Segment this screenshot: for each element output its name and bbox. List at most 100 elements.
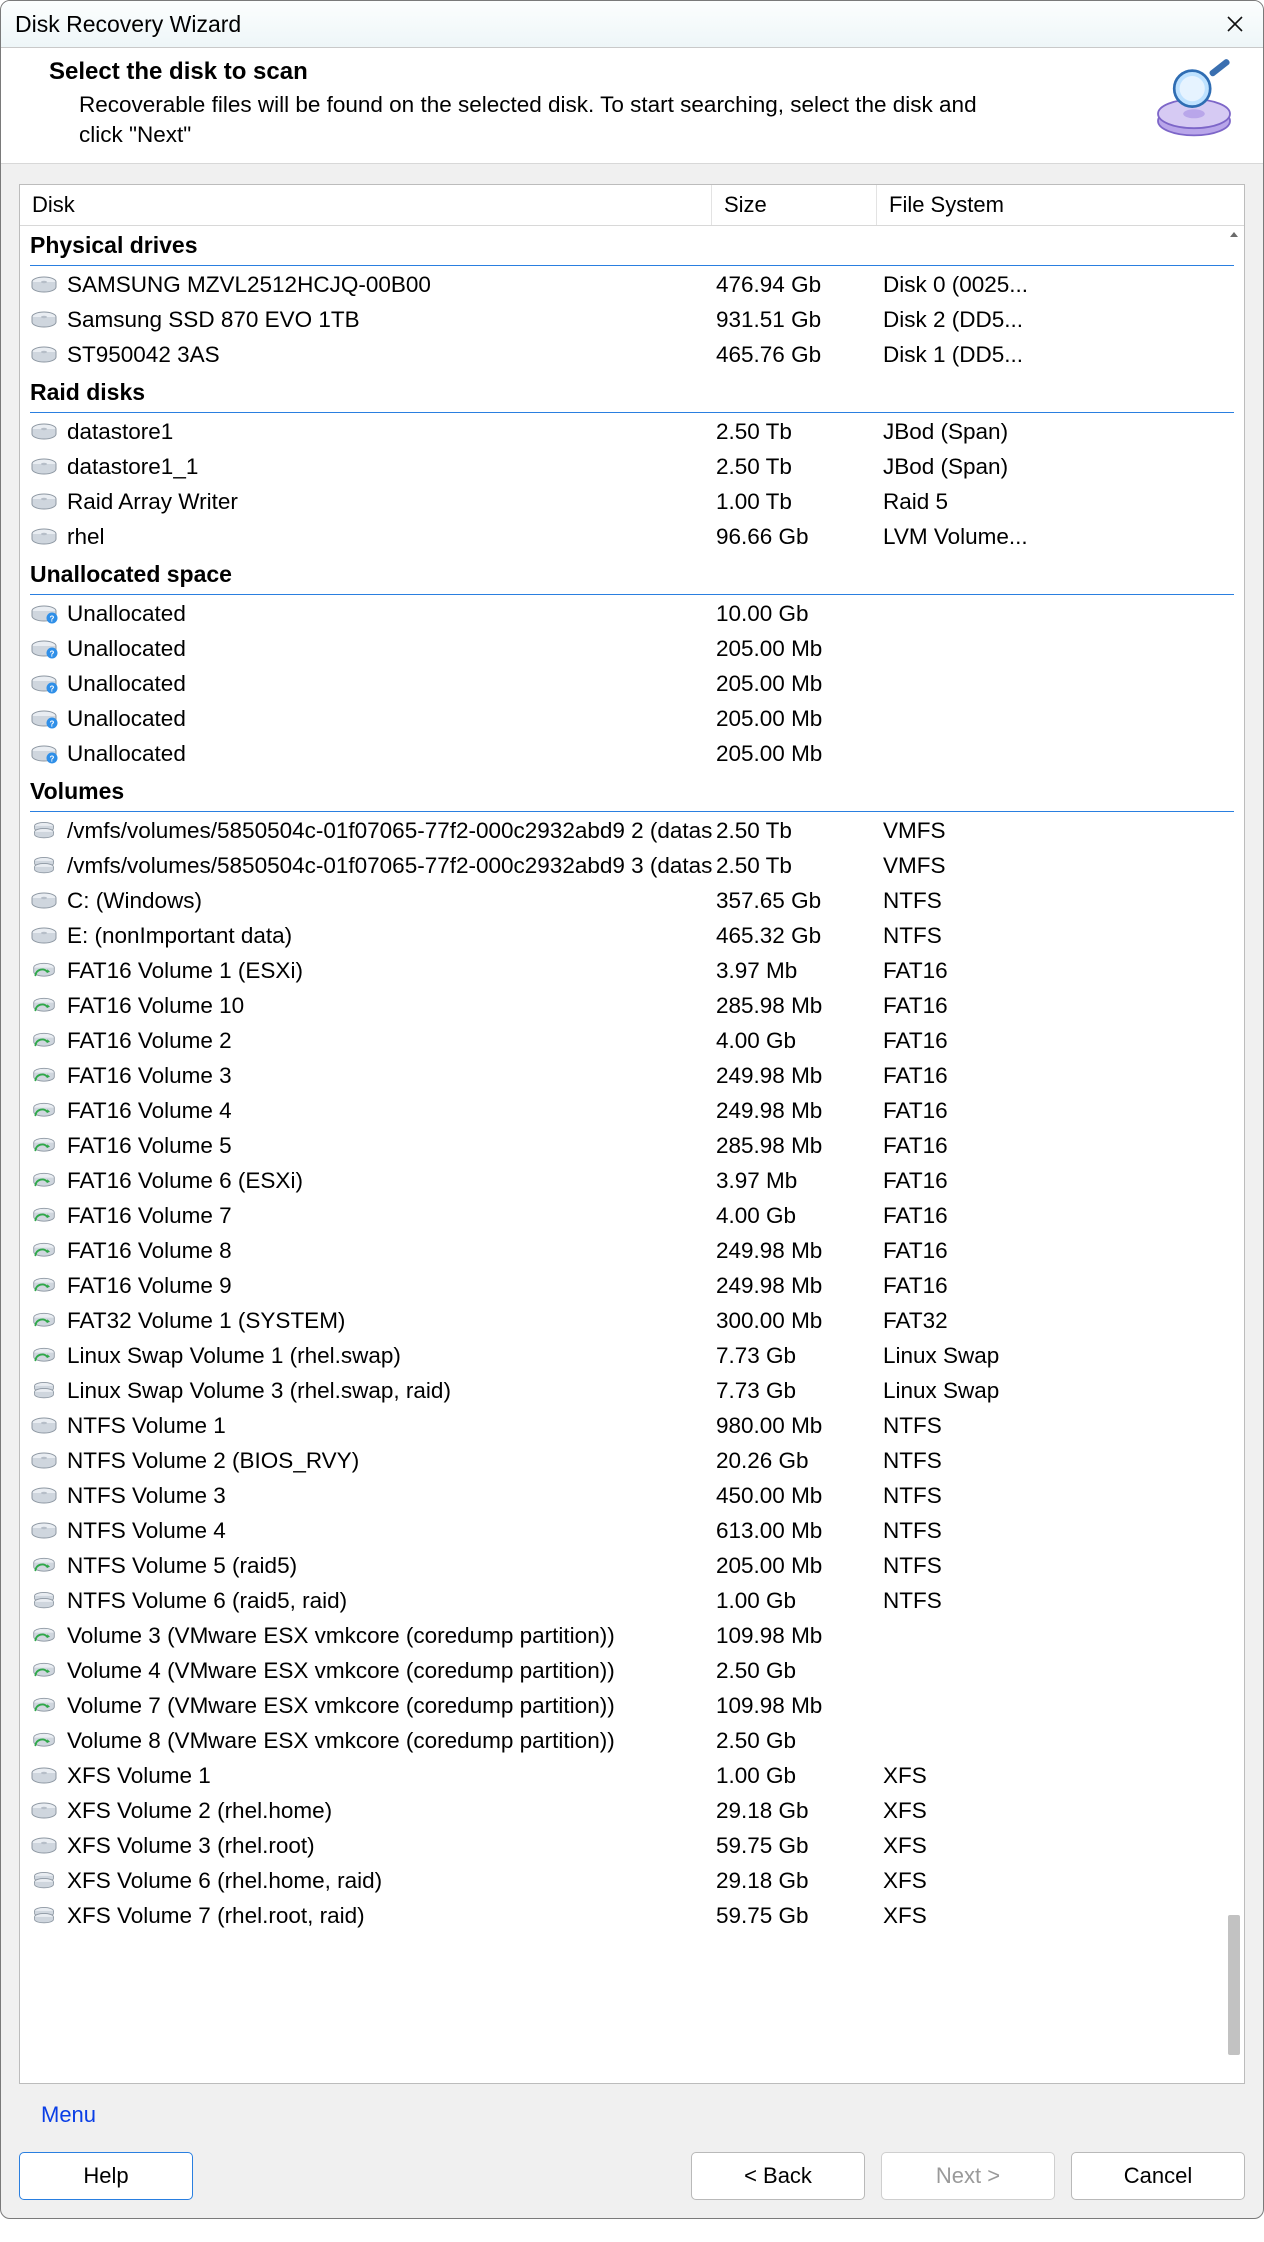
scroll-up-arrow-icon[interactable] (1226, 227, 1242, 243)
item-size: 2.50 Gb (712, 1658, 877, 1684)
list-item[interactable]: Volume 4 (VMware ESX vmkcore (coredump p… (20, 1654, 1244, 1689)
list-item[interactable]: ST950042 3AS465.76 GbDisk 1 (DD5... (20, 338, 1244, 373)
section-divider (30, 265, 1234, 266)
back-button[interactable]: < Back (691, 2152, 865, 2200)
list-item[interactable]: FAT32 Volume 1 (SYSTEM)300.00 MbFAT32 (20, 1304, 1244, 1339)
close-button[interactable] (1217, 6, 1253, 42)
item-size: 2.50 Tb (712, 818, 877, 844)
item-name: FAT16 Volume 2 (67, 1028, 232, 1054)
list-item[interactable]: Linux Swap Volume 1 (rhel.swap)7.73 GbLi… (20, 1339, 1244, 1374)
item-name: Unallocated (67, 636, 186, 662)
drive-icon (30, 275, 58, 295)
list-item[interactable]: FAT16 Volume 24.00 GbFAT16 (20, 1024, 1244, 1059)
menu-link[interactable]: Menu (19, 2084, 1245, 2138)
wizard-footer: Help < Back Next > Cancel (1, 2138, 1263, 2218)
list-item[interactable]: XFS Volume 3 (rhel.root)59.75 GbXFS (20, 1829, 1244, 1864)
item-name: Volume 8 (VMware ESX vmkcore (coredump p… (67, 1728, 615, 1754)
wizard-header: Select the disk to scan Recoverable file… (1, 48, 1263, 164)
item-name: Unallocated (67, 741, 186, 767)
list-item[interactable]: Samsung SSD 870 EVO 1TB931.51 GbDisk 2 (… (20, 303, 1244, 338)
scroll-thumb[interactable] (1228, 1915, 1240, 2055)
item-size: 249.98 Mb (712, 1063, 877, 1089)
titlebar: Disk Recovery Wizard (1, 1, 1263, 48)
item-filesystem: Raid 5 (877, 489, 1244, 515)
col-disk[interactable]: Disk (20, 185, 712, 225)
list-item[interactable]: Unallocated205.00 Mb (20, 702, 1244, 737)
item-size: 4.00 Gb (712, 1028, 877, 1054)
list-item[interactable]: /vmfs/volumes/5850504c-01f07065-77f2-000… (20, 849, 1244, 884)
item-filesystem: Linux Swap (877, 1343, 1244, 1369)
vol-icon (30, 1731, 58, 1751)
list-item[interactable]: Unallocated10.00 Gb (20, 597, 1244, 632)
vol-icon (30, 1661, 58, 1681)
list-item[interactable]: SAMSUNG MZVL2512HCJQ-00B00476.94 GbDisk … (20, 268, 1244, 303)
list-item[interactable]: FAT16 Volume 1 (ESXi)3.97 MbFAT16 (20, 954, 1244, 989)
col-fs[interactable]: File System (877, 185, 1244, 225)
list-item[interactable]: FAT16 Volume 5285.98 MbFAT16 (20, 1129, 1244, 1164)
drive-icon (30, 1801, 58, 1821)
vol-icon (30, 1346, 58, 1366)
item-filesystem: Disk 2 (DD5... (877, 307, 1244, 333)
item-size: 29.18 Gb (712, 1868, 877, 1894)
vol-icon (30, 1626, 58, 1646)
list-item[interactable]: Raid Array Writer1.00 TbRaid 5 (20, 485, 1244, 520)
list-item[interactable]: NTFS Volume 2 (BIOS_RVY)20.26 GbNTFS (20, 1444, 1244, 1479)
list-item[interactable]: datastore12.50 TbJBod (Span) (20, 415, 1244, 450)
list-item[interactable]: FAT16 Volume 9249.98 MbFAT16 (20, 1269, 1244, 1304)
stack-icon (30, 856, 58, 876)
drive-icon (30, 492, 58, 512)
list-item[interactable]: NTFS Volume 6 (raid5, raid)1.00 GbNTFS (20, 1584, 1244, 1619)
help-button[interactable]: Help (19, 2152, 193, 2200)
cancel-button[interactable]: Cancel (1071, 2152, 1245, 2200)
item-name: XFS Volume 7 (rhel.root, raid) (67, 1903, 365, 1929)
list-item[interactable]: Unallocated205.00 Mb (20, 632, 1244, 667)
item-filesystem: NTFS (877, 888, 1244, 914)
drive-icon (30, 926, 58, 946)
list-item[interactable]: NTFS Volume 5 (raid5)205.00 MbNTFS (20, 1549, 1244, 1584)
list-item[interactable]: FAT16 Volume 4249.98 MbFAT16 (20, 1094, 1244, 1129)
list-item[interactable]: FAT16 Volume 8249.98 MbFAT16 (20, 1234, 1244, 1269)
list-item[interactable]: FAT16 Volume 6 (ESXi)3.97 MbFAT16 (20, 1164, 1244, 1199)
list-item[interactable]: FAT16 Volume 74.00 GbFAT16 (20, 1199, 1244, 1234)
list-item[interactable]: E: (nonImportant data)465.32 GbNTFS (20, 919, 1244, 954)
item-size: 59.75 Gb (712, 1903, 877, 1929)
vol-icon (30, 1066, 58, 1086)
list-scroll[interactable]: Physical drivesSAMSUNG MZVL2512HCJQ-00B0… (20, 226, 1244, 2083)
list-item[interactable]: /vmfs/volumes/5850504c-01f07065-77f2-000… (20, 814, 1244, 849)
item-name: Unallocated (67, 706, 186, 732)
vertical-scrollbar[interactable] (1225, 225, 1243, 2082)
item-name: Volume 7 (VMware ESX vmkcore (coredump p… (67, 1693, 615, 1719)
list-item[interactable]: C: (Windows)357.65 GbNTFS (20, 884, 1244, 919)
list-item[interactable]: Unallocated205.00 Mb (20, 737, 1244, 772)
item-filesystem: FAT16 (877, 993, 1244, 1019)
list-item[interactable]: XFS Volume 6 (rhel.home, raid)29.18 GbXF… (20, 1864, 1244, 1899)
item-filesystem: XFS (877, 1798, 1244, 1824)
list-item[interactable]: Unallocated205.00 Mb (20, 667, 1244, 702)
list-item[interactable]: rhel96.66 GbLVM Volume... (20, 520, 1244, 555)
list-item[interactable]: FAT16 Volume 3249.98 MbFAT16 (20, 1059, 1244, 1094)
drive-icon (30, 345, 58, 365)
list-item[interactable]: XFS Volume 11.00 GbXFS (20, 1759, 1244, 1794)
section-divider (30, 412, 1234, 413)
item-size: 285.98 Mb (712, 993, 877, 1019)
list-item[interactable]: FAT16 Volume 10285.98 MbFAT16 (20, 989, 1244, 1024)
list-item[interactable]: XFS Volume 7 (rhel.root, raid)59.75 GbXF… (20, 1899, 1244, 1934)
list-item[interactable]: NTFS Volume 3450.00 MbNTFS (20, 1479, 1244, 1514)
window-title: Disk Recovery Wizard (15, 11, 241, 38)
list-item[interactable]: NTFS Volume 4613.00 MbNTFS (20, 1514, 1244, 1549)
unalloc-icon (30, 709, 58, 729)
list-item[interactable]: NTFS Volume 1980.00 MbNTFS (20, 1409, 1244, 1444)
item-name: Volume 4 (VMware ESX vmkcore (coredump p… (67, 1658, 615, 1684)
item-size: 3.97 Mb (712, 1168, 877, 1194)
item-size: 3.97 Mb (712, 958, 877, 984)
item-filesystem: FAT32 (877, 1308, 1244, 1334)
item-filesystem: XFS (877, 1763, 1244, 1789)
list-item[interactable]: Volume 7 (VMware ESX vmkcore (coredump p… (20, 1689, 1244, 1724)
list-item[interactable]: Volume 3 (VMware ESX vmkcore (coredump p… (20, 1619, 1244, 1654)
list-item[interactable]: datastore1_12.50 TbJBod (Span) (20, 450, 1244, 485)
list-item[interactable]: Linux Swap Volume 3 (rhel.swap, raid)7.7… (20, 1374, 1244, 1409)
list-item[interactable]: XFS Volume 2 (rhel.home)29.18 GbXFS (20, 1794, 1244, 1829)
vol-icon (30, 1206, 58, 1226)
list-item[interactable]: Volume 8 (VMware ESX vmkcore (coredump p… (20, 1724, 1244, 1759)
col-size[interactable]: Size (712, 185, 877, 225)
